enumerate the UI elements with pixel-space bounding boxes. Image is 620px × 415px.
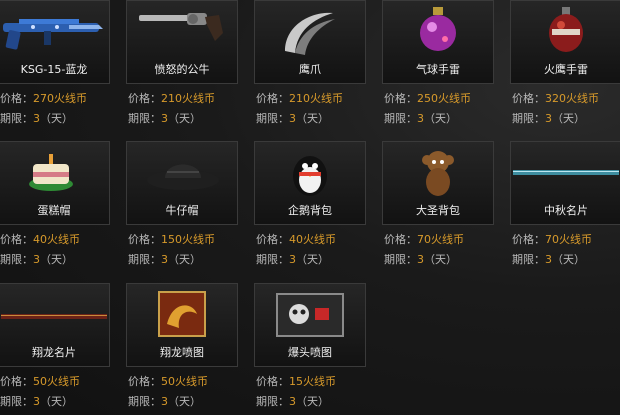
item-grid: KSG-15-蓝龙 价格：270火线币 期限：3（天） 愤怒的公牛 价格：210… xyxy=(0,0,620,415)
item-card[interactable]: 企鹅背包 价格：40火线币 期限：3（天） xyxy=(254,141,366,273)
item-price: 价格：320火线币 xyxy=(512,92,599,105)
item-image-frame[interactable]: 火鹰手雷 xyxy=(510,0,620,84)
item-price: 价格：270火线币 xyxy=(0,90,87,106)
item-name: 企鹅背包 xyxy=(288,204,332,217)
item-price: 价格：40火线币 xyxy=(256,233,336,246)
item-term: 期限：3（天） xyxy=(384,112,457,125)
item-card[interactable]: 爆头喷图 价格：15火线币 期限：3（天） xyxy=(254,283,366,415)
item-card[interactable]: 翔龙喷图 价格：50火线币 期限：3（天） xyxy=(126,283,238,415)
revolver-icon xyxy=(139,13,223,41)
item-image-frame[interactable]: 企鹅背包 xyxy=(254,141,366,225)
item-card[interactable]: 蛋糕帽 价格：40火线币 期限：3（天） xyxy=(0,141,110,273)
item-image-frame[interactable]: 中秋名片 xyxy=(510,141,620,225)
dragon-spray-icon xyxy=(158,291,206,337)
item-price: 价格：210火线币 xyxy=(128,92,215,105)
price-value: 270 xyxy=(33,92,54,105)
fire-hawk-grenade-icon xyxy=(549,7,583,52)
item-term: 期限：3（天） xyxy=(128,112,201,125)
item-name: 翔龙名片 xyxy=(32,346,76,359)
item-name: 鹰爪 xyxy=(299,63,321,76)
item-price: 价格：150火线币 xyxy=(128,233,215,246)
price-label: 价格： xyxy=(0,92,33,105)
item-name: 蛋糕帽 xyxy=(37,204,71,217)
item-term: 期限：3（天） xyxy=(384,253,457,266)
term-label: 期限： xyxy=(0,112,33,125)
item-name: 气球手雷 xyxy=(416,63,460,76)
item-term: 期限：3（天） xyxy=(512,253,585,266)
item-image-frame[interactable]: 气球手雷 xyxy=(382,0,494,84)
item-image-frame[interactable]: 愤怒的公牛 xyxy=(126,0,238,84)
dragon-namecard-icon xyxy=(1,314,107,319)
item-name: 火鹰手雷 xyxy=(544,63,588,76)
cowboy-hat-icon xyxy=(147,164,219,190)
item-card[interactable]: KSG-15-蓝龙 价格：270火线币 期限：3（天） xyxy=(0,0,110,132)
item-term: 期限：3（天） xyxy=(0,253,73,266)
item-image-frame[interactable]: 翔龙喷图 xyxy=(126,283,238,367)
item-name: 爆头喷图 xyxy=(288,346,332,359)
item-image-frame[interactable]: 牛仔帽 xyxy=(126,141,238,225)
balloon-grenade-icon xyxy=(420,7,456,51)
item-image-frame[interactable]: 蛋糕帽 xyxy=(0,141,110,225)
item-card[interactable]: 鹰爪 价格：210火线币 期限：3（天） xyxy=(254,0,366,132)
term-value: 3 xyxy=(33,112,40,125)
item-price: 价格：70火线币 xyxy=(384,233,464,246)
item-price: 价格：50火线币 xyxy=(128,375,208,388)
item-price: 价格：50火线币 xyxy=(0,375,80,388)
item-name: KSG-15-蓝龙 xyxy=(20,63,88,76)
item-term: 期限：3（天） xyxy=(256,112,329,125)
shotgun-blue-dragon-icon xyxy=(3,19,103,50)
item-name: 中秋名片 xyxy=(544,204,588,217)
item-term: 期限：3（天） xyxy=(0,395,73,408)
item-card[interactable]: 牛仔帽 价格：150火线币 期限：3（天） xyxy=(126,141,238,273)
item-term: 期限：3（天） xyxy=(256,395,329,408)
item-image-frame[interactable]: 鹰爪 xyxy=(254,0,366,84)
monkey-backpack-icon xyxy=(422,151,454,196)
item-name: 愤怒的公牛 xyxy=(154,63,210,76)
item-term: 期限：3（天） xyxy=(128,395,201,408)
item-price: 价格：15火线币 xyxy=(256,375,336,388)
item-price: 价格：40火线币 xyxy=(0,233,80,246)
item-image-frame[interactable]: KSG-15-蓝龙 xyxy=(0,0,110,84)
item-price: 价格：70火线币 xyxy=(512,233,592,246)
item-image-frame[interactable]: 爆头喷图 xyxy=(254,283,366,367)
item-term: 期限：3（天） xyxy=(512,112,585,125)
midautumn-namecard-icon xyxy=(513,170,619,175)
item-term: 期限：3（天） xyxy=(256,253,329,266)
headshot-spray-icon xyxy=(276,293,344,337)
item-card[interactable]: 愤怒的公牛 价格：210火线币 期限：3（天） xyxy=(126,0,238,132)
item-card[interactable]: 火鹰手雷 价格：320火线币 期限：3（天） xyxy=(510,0,620,132)
currency-label: 火线币 xyxy=(54,92,87,105)
item-card[interactable]: 气球手雷 价格：250火线币 期限：3（天） xyxy=(382,0,494,132)
karambit-claw-icon xyxy=(285,12,335,55)
item-term: 期限：3（天） xyxy=(128,253,201,266)
cake-hat-icon xyxy=(29,154,73,191)
penguin-backpack-icon xyxy=(293,156,327,196)
item-image-frame[interactable]: 大圣背包 xyxy=(382,141,494,225)
item-term: 期限：3（天） xyxy=(0,112,73,125)
item-price: 价格：210火线币 xyxy=(256,92,343,105)
item-name: 牛仔帽 xyxy=(165,204,199,217)
item-price: 价格：250火线币 xyxy=(384,92,471,105)
item-card[interactable]: 大圣背包 价格：70火线币 期限：3（天） xyxy=(382,141,494,273)
item-card[interactable]: 中秋名片 价格：70火线币 期限：3（天） xyxy=(510,141,620,273)
item-image-frame[interactable]: 翔龙名片 xyxy=(0,283,110,367)
item-name: 翔龙喷图 xyxy=(160,346,204,359)
item-name: 大圣背包 xyxy=(416,204,460,217)
item-card[interactable]: 翔龙名片 价格：50火线币 期限：3（天） xyxy=(0,283,110,415)
